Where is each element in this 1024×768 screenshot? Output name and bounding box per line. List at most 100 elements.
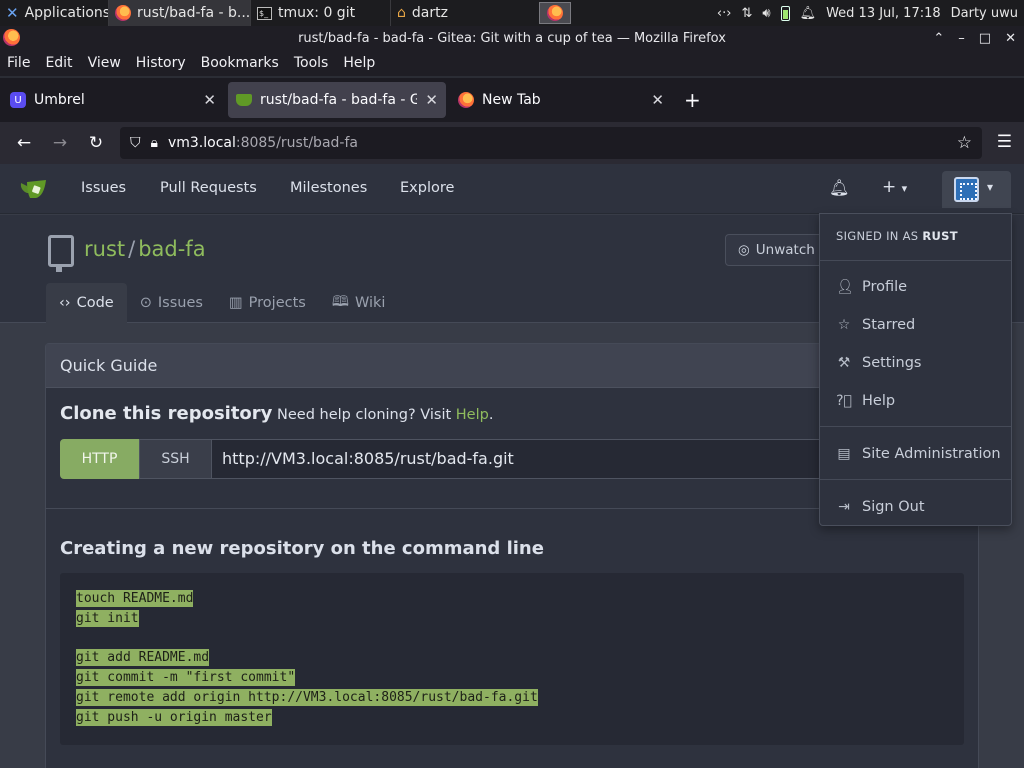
clone-heading: Clone this repository Need help cloning?…: [60, 403, 493, 424]
tab-projects[interactable]: ▥ Projects: [216, 283, 319, 323]
nav-pull-requests[interactable]: Pull Requests: [160, 180, 257, 196]
lock-icon[interactable]: 🔒︎: [151, 135, 158, 151]
create-new-dropdown[interactable]: + ▾: [882, 177, 907, 197]
menu-item-starred[interactable]: ☆ Starred: [836, 314, 916, 336]
http-button[interactable]: HTTP: [60, 439, 139, 479]
browser-tab-umbrel[interactable]: U Umbrel ✕: [2, 82, 224, 118]
url-path: :8085/rust/bad-fa: [235, 135, 358, 151]
period: .: [488, 407, 494, 423]
session-user[interactable]: Darty uwu: [951, 6, 1018, 21]
menu-item-site-administration[interactable]: ▤ Site Administration: [836, 443, 1001, 465]
menu-bar: File Edit View History Bookmarks Tools H…: [0, 50, 1024, 76]
firefox-icon: [3, 29, 20, 46]
window-maximize-icon[interactable]: □: [979, 31, 991, 46]
firefox-icon: [547, 5, 563, 21]
star-icon: ☆: [837, 317, 851, 333]
workspace-switcher[interactable]: [539, 2, 571, 24]
taskbar-window-firefox[interactable]: rust/bad-fa - b...: [108, 0, 250, 26]
umbrel-favicon-icon: U: [10, 92, 26, 108]
xfce-icon: ✕: [6, 4, 19, 22]
applications-label: Applications: [24, 5, 108, 21]
tab-wiki[interactable]: 🕮 Wiki: [319, 283, 399, 323]
user-menu-button[interactable]: ▾: [942, 171, 1011, 208]
menu-file[interactable]: File: [7, 55, 30, 71]
tools-icon: ⚒: [837, 355, 851, 371]
window-close-icon[interactable]: ✕: [1005, 31, 1016, 46]
menu-history[interactable]: History: [136, 55, 186, 71]
tab-label: Code: [76, 295, 114, 311]
nav-milestones[interactable]: Milestones: [290, 180, 367, 196]
system-tray: ‹·› ⇅ 🔊︎ 🔔︎ Wed 13 Jul, 17:18 Darty uwu: [717, 5, 1024, 21]
tab-close-icon[interactable]: ✕: [425, 91, 438, 109]
menu-edit[interactable]: Edit: [45, 55, 72, 71]
tab-close-icon[interactable]: ✕: [203, 91, 216, 109]
network-arrows-icon[interactable]: ‹·›: [717, 6, 732, 21]
gitea-navbar: Issues Pull Requests Milestones Explore …: [0, 164, 1024, 214]
url-text[interactable]: vm3.local:8085/rust/bad-fa: [168, 135, 358, 151]
menu-item-profile[interactable]: 👤︎ Profile: [836, 276, 907, 298]
browser-tab-new[interactable]: New Tab ✕: [450, 82, 672, 118]
menu-item-settings[interactable]: ⚒ Settings: [836, 352, 922, 374]
code-line: git push -u origin master: [76, 708, 948, 728]
command-code-block: touch README.md git init git add README.…: [60, 573, 964, 745]
taskbar-window-tmux[interactable]: $_ tmux: 0 git: [250, 0, 390, 26]
repo-owner-link[interactable]: rust: [84, 237, 125, 261]
window-titlebar: rust/bad-fa - bad-fa - Gitea: Git with a…: [0, 26, 1024, 50]
tab-label: Issues: [157, 295, 203, 311]
tab-code[interactable]: ‹› Code: [46, 283, 127, 323]
tab-close-icon[interactable]: ✕: [651, 91, 664, 109]
gitea-logo-icon[interactable]: [20, 178, 50, 200]
url-bar[interactable]: ⛉ 🔒︎ vm3.local:8085/rust/bad-fa ☆: [120, 127, 982, 159]
menu-item-label: Settings: [862, 355, 922, 371]
forward-arrow-icon[interactable]: →: [42, 133, 78, 153]
repo-book-icon: [48, 235, 74, 272]
notifications-bell-icon[interactable]: 🔔︎: [829, 178, 849, 197]
menu-view[interactable]: View: [88, 55, 121, 71]
project-board-icon: ▥: [228, 295, 243, 311]
hamburger-menu-icon[interactable]: ☰: [997, 132, 1012, 152]
navigation-toolbar: ← → ↻ ⛉ 🔒︎ vm3.local:8085/rust/bad-fa ☆ …: [0, 122, 1024, 164]
menu-help[interactable]: Help: [343, 55, 375, 71]
code-text: git commit -m "first commit": [76, 669, 296, 686]
unwatch-label: Unwatch: [755, 242, 815, 258]
repo-name-link[interactable]: bad-fa: [138, 237, 205, 261]
window-minimize-icon[interactable]: –: [958, 31, 965, 46]
window-title: rust/bad-fa - bad-fa - Gitea: Git with a…: [298, 30, 726, 46]
taskbar-window-title: tmux: 0 git: [278, 5, 356, 21]
tab-issues[interactable]: ⊙ Issues: [127, 283, 216, 323]
window-collapse-icon[interactable]: ⌃: [933, 31, 944, 46]
repo-title: rust / bad-fa: [84, 237, 206, 261]
menu-item-label: Sign Out: [862, 499, 925, 515]
menu-item-sign-out[interactable]: ⇥ Sign Out: [836, 496, 925, 518]
gitea-favicon-icon: [236, 94, 252, 106]
menu-item-label: Site Administration: [862, 446, 1001, 462]
code-text: git init: [76, 610, 139, 627]
eye-slash-icon: ◎: [738, 242, 750, 258]
tracking-shield-icon[interactable]: ⛉: [130, 135, 141, 151]
nav-issues[interactable]: Issues: [81, 180, 126, 196]
taskbar-window-dartz[interactable]: ⌂ dartz: [390, 0, 538, 26]
applications-menu[interactable]: ✕ Applications: [0, 0, 108, 26]
notification-bell-icon[interactable]: 🔔︎: [800, 6, 817, 21]
terminal-icon: $_: [257, 6, 272, 20]
menu-tools[interactable]: Tools: [294, 55, 329, 71]
clock[interactable]: Wed 13 Jul, 17:18: [826, 6, 941, 21]
help-link[interactable]: Help: [456, 407, 489, 423]
browser-tab-gitea[interactable]: rust/bad-fa - bad-fa - Gitea ✕: [228, 82, 446, 118]
network-transfer-icon[interactable]: ⇅: [741, 6, 752, 21]
bookmark-star-icon[interactable]: ☆: [957, 133, 972, 153]
url-host: vm3.local: [167, 135, 236, 151]
back-arrow-icon[interactable]: ←: [6, 133, 42, 153]
code-text: git add README.md: [76, 649, 210, 666]
menu-divider: [820, 479, 1011, 480]
volume-icon[interactable]: 🔊︎: [762, 6, 770, 21]
menu-item-help[interactable]: ?⃝ Help: [836, 390, 895, 412]
new-tab-plus-icon[interactable]: +: [684, 88, 701, 112]
home-folder-icon: ⌂: [397, 5, 406, 21]
ssh-button[interactable]: SSH: [139, 439, 212, 479]
battery-icon[interactable]: [780, 5, 790, 21]
nav-explore[interactable]: Explore: [400, 180, 454, 196]
reload-icon[interactable]: ↻: [78, 133, 114, 153]
menu-bookmarks[interactable]: Bookmarks: [201, 55, 279, 71]
